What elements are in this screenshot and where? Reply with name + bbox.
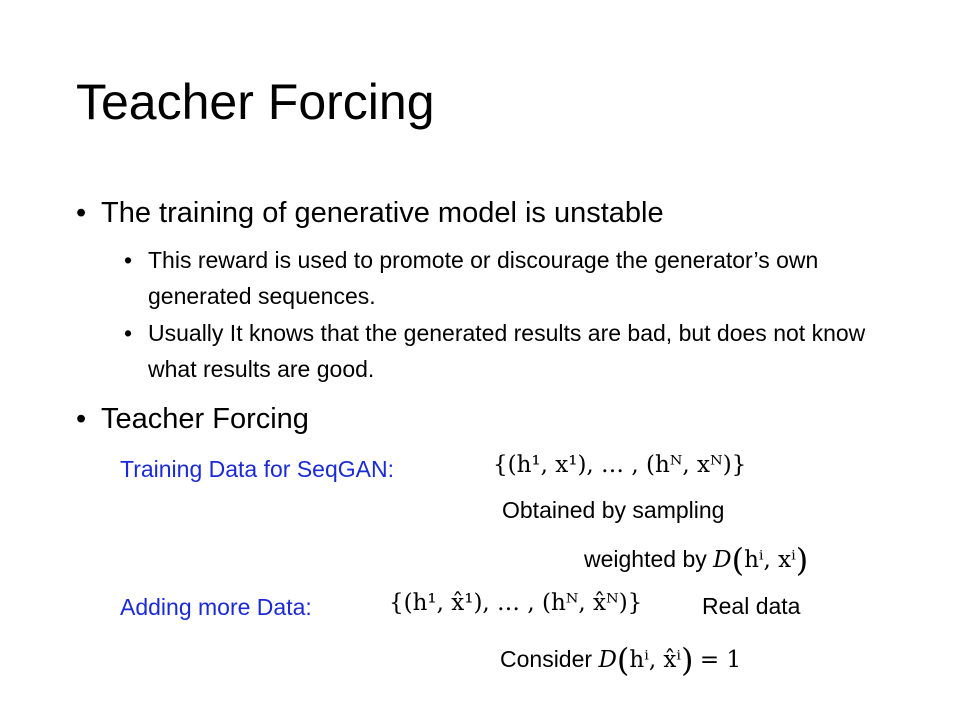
bullet-text: The training of generative model is unst… <box>101 197 664 229</box>
sub-bullet-usually: • Usually It knows that the generated re… <box>124 315 894 387</box>
adding-data-formula: {(h¹, x̂¹), … , (hᴺ, x̂ᴺ)} <box>389 590 643 616</box>
training-data-formula: {(h¹, x¹), … , (hᴺ, xᴺ)} <box>493 452 747 478</box>
bullet-text: Teacher Forcing <box>101 403 309 435</box>
close-paren: ) <box>795 541 809 579</box>
sub-bullet-text: Usually It knows that the generated resu… <box>148 320 866 382</box>
sub-bullet-reward: • This reward is used to promote or disc… <box>124 242 894 314</box>
discriminator-symbol: D <box>713 547 732 573</box>
consider-note: Consider D(hⁱ, x̂ⁱ) = 1 <box>500 641 741 679</box>
discriminator-args: hⁱ, xⁱ <box>744 547 796 573</box>
bullet-dot: • <box>76 403 87 435</box>
training-data-label: Training Data for SeqGAN: <box>120 456 394 482</box>
discriminator-symbol: D <box>598 647 617 673</box>
bullet-dot: • <box>124 320 133 346</box>
slide: Teacher Forcing • The training of genera… <box>0 0 960 720</box>
slide-title: Teacher Forcing <box>76 74 435 130</box>
adding-data-label: Adding more Data: <box>120 594 312 620</box>
open-paren: ( <box>731 541 745 579</box>
weighted-by-note: weighted by D(hⁱ, xⁱ) <box>584 541 808 579</box>
consider-text: Consider <box>500 646 593 672</box>
open-paren: ( <box>616 641 630 679</box>
bullet-dot: • <box>76 197 87 229</box>
discriminator-args: hⁱ, x̂ⁱ <box>629 647 682 673</box>
close-paren: ) <box>681 641 694 679</box>
sampling-note: Obtained by sampling <box>502 497 725 523</box>
bullet-dot: • <box>124 247 133 273</box>
real-data-note: Real data <box>702 593 801 619</box>
weighted-by-text: weighted by <box>584 546 707 572</box>
sub-bullet-text: This reward is used to promote or discou… <box>148 247 819 309</box>
equals-one: = 1 <box>699 647 742 673</box>
